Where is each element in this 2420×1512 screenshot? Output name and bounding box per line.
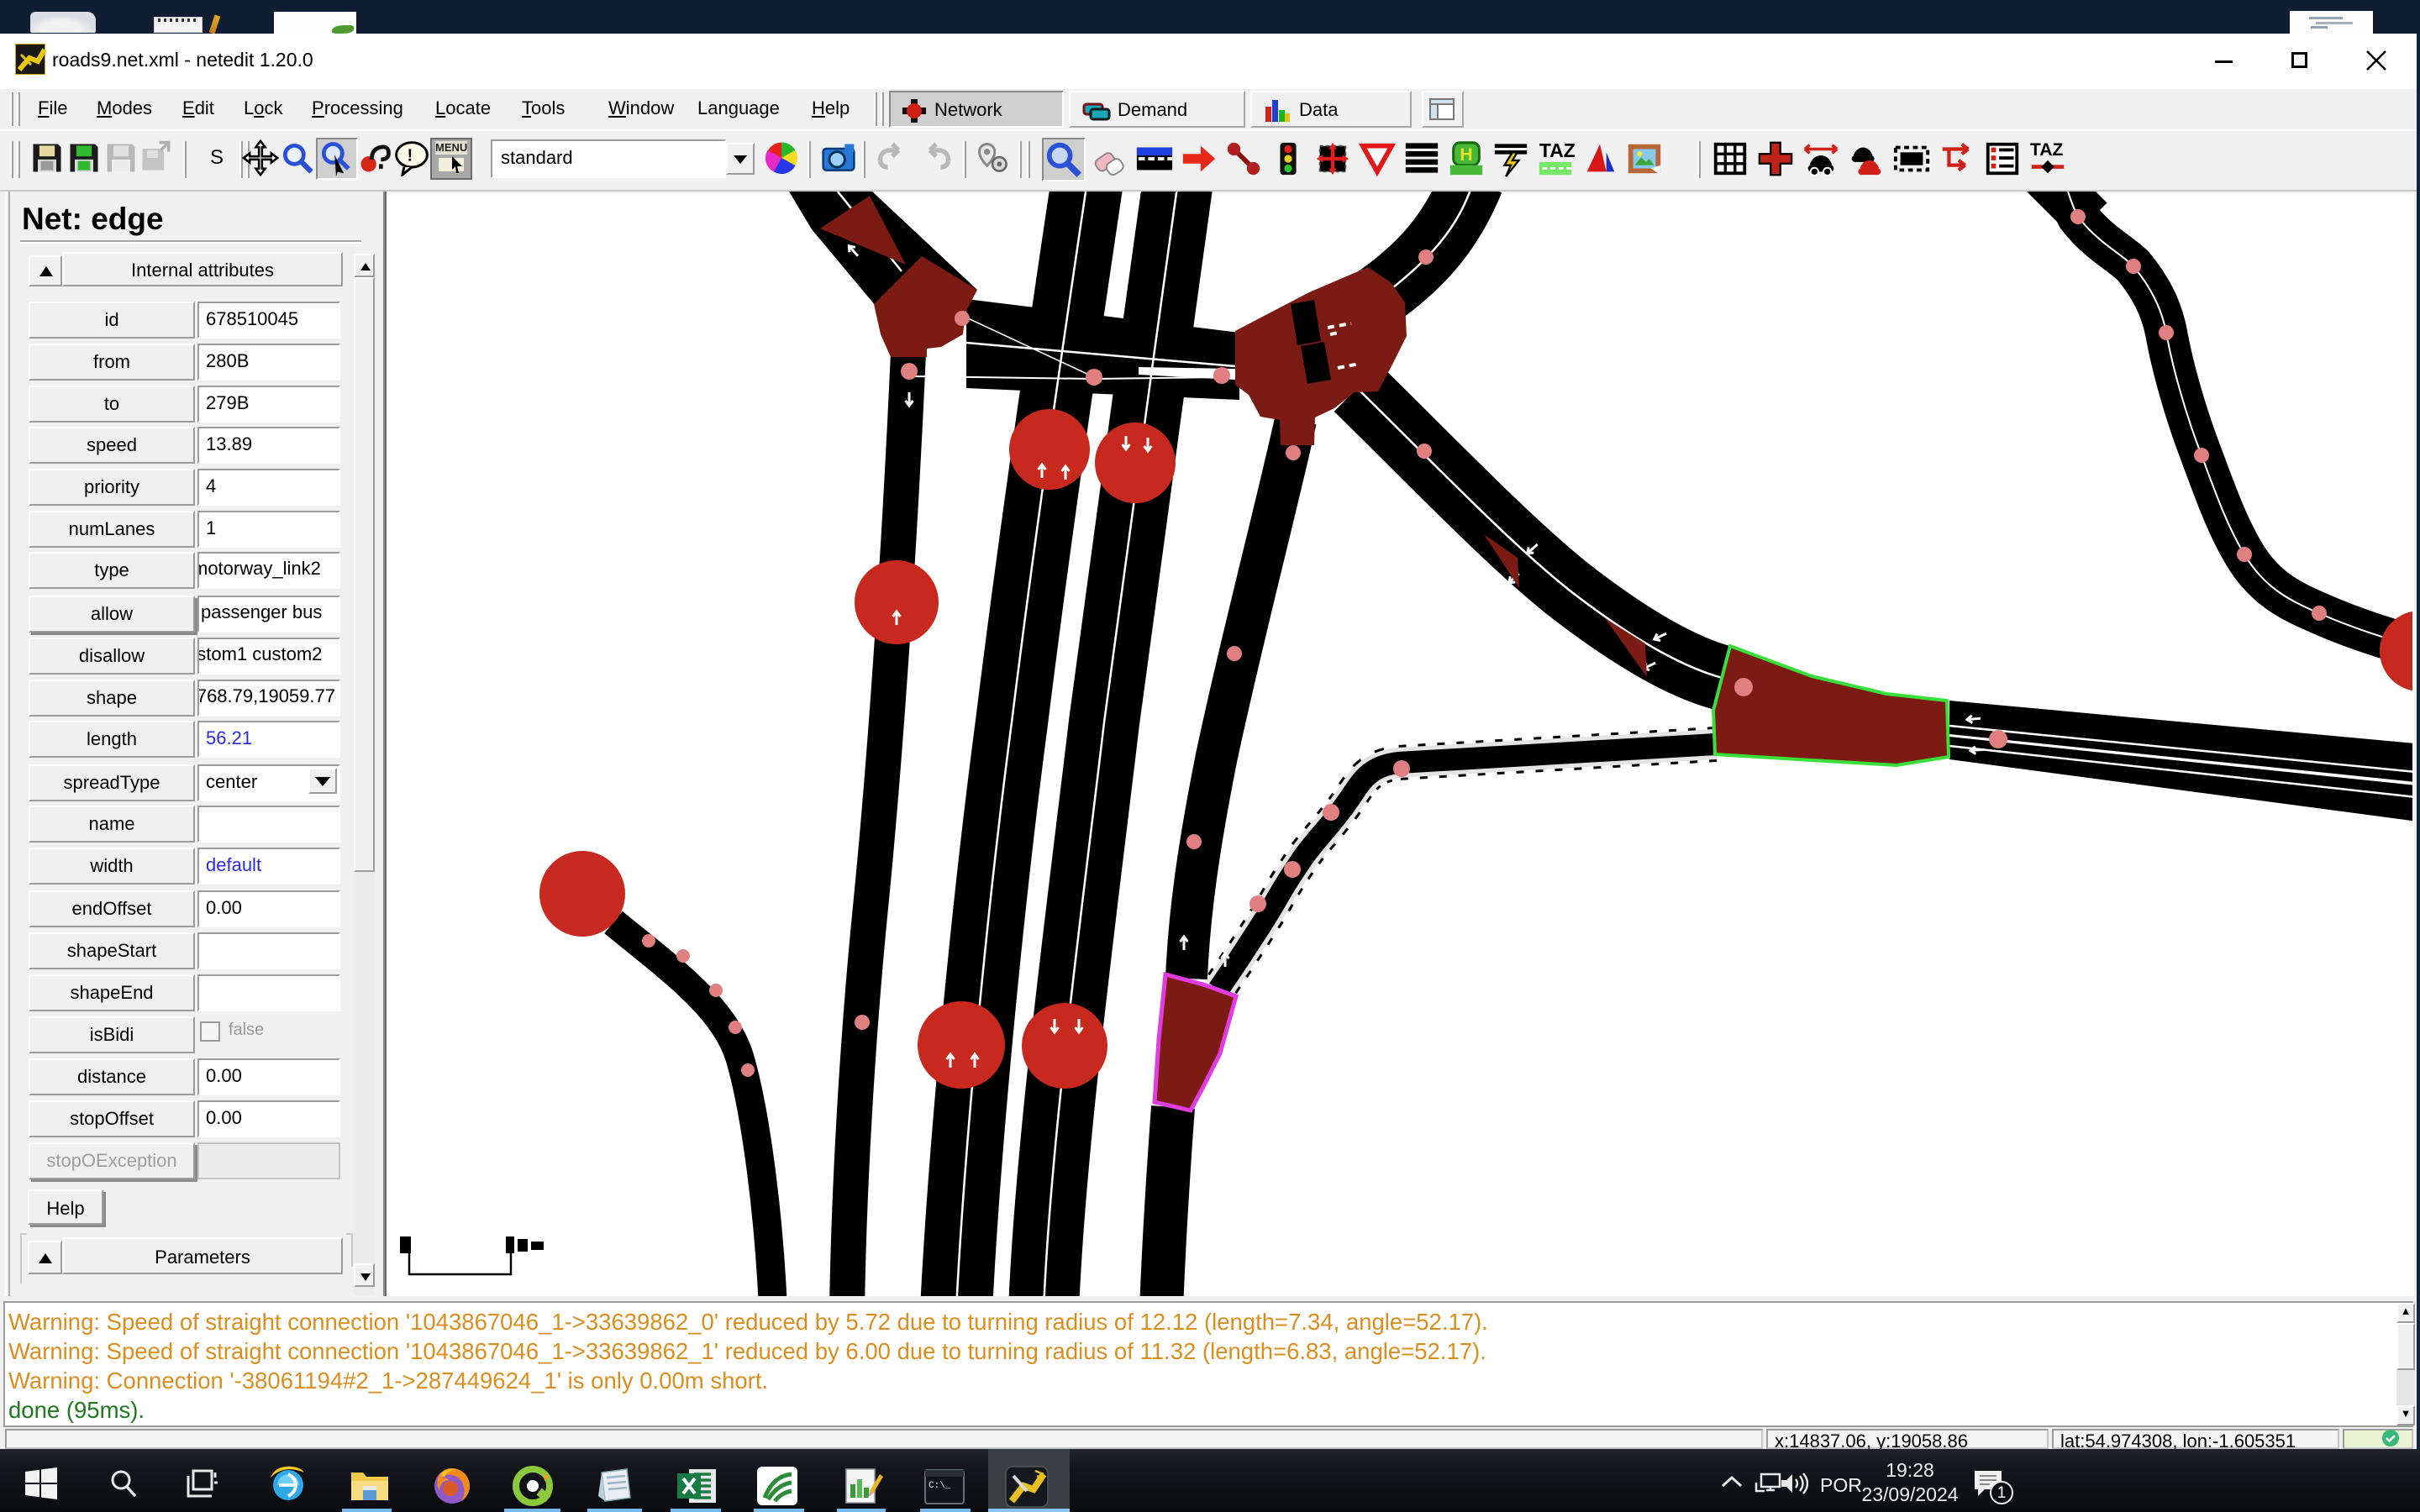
svg-text:TAZ: TAZ: [1539, 139, 1575, 161]
svg-text:H: H: [1460, 145, 1472, 165]
svg-text:C:\_: C:\_: [929, 1481, 951, 1491]
svg-text:TAZ: TAZ: [2030, 140, 2064, 160]
svg-text:!: !: [408, 147, 413, 165]
